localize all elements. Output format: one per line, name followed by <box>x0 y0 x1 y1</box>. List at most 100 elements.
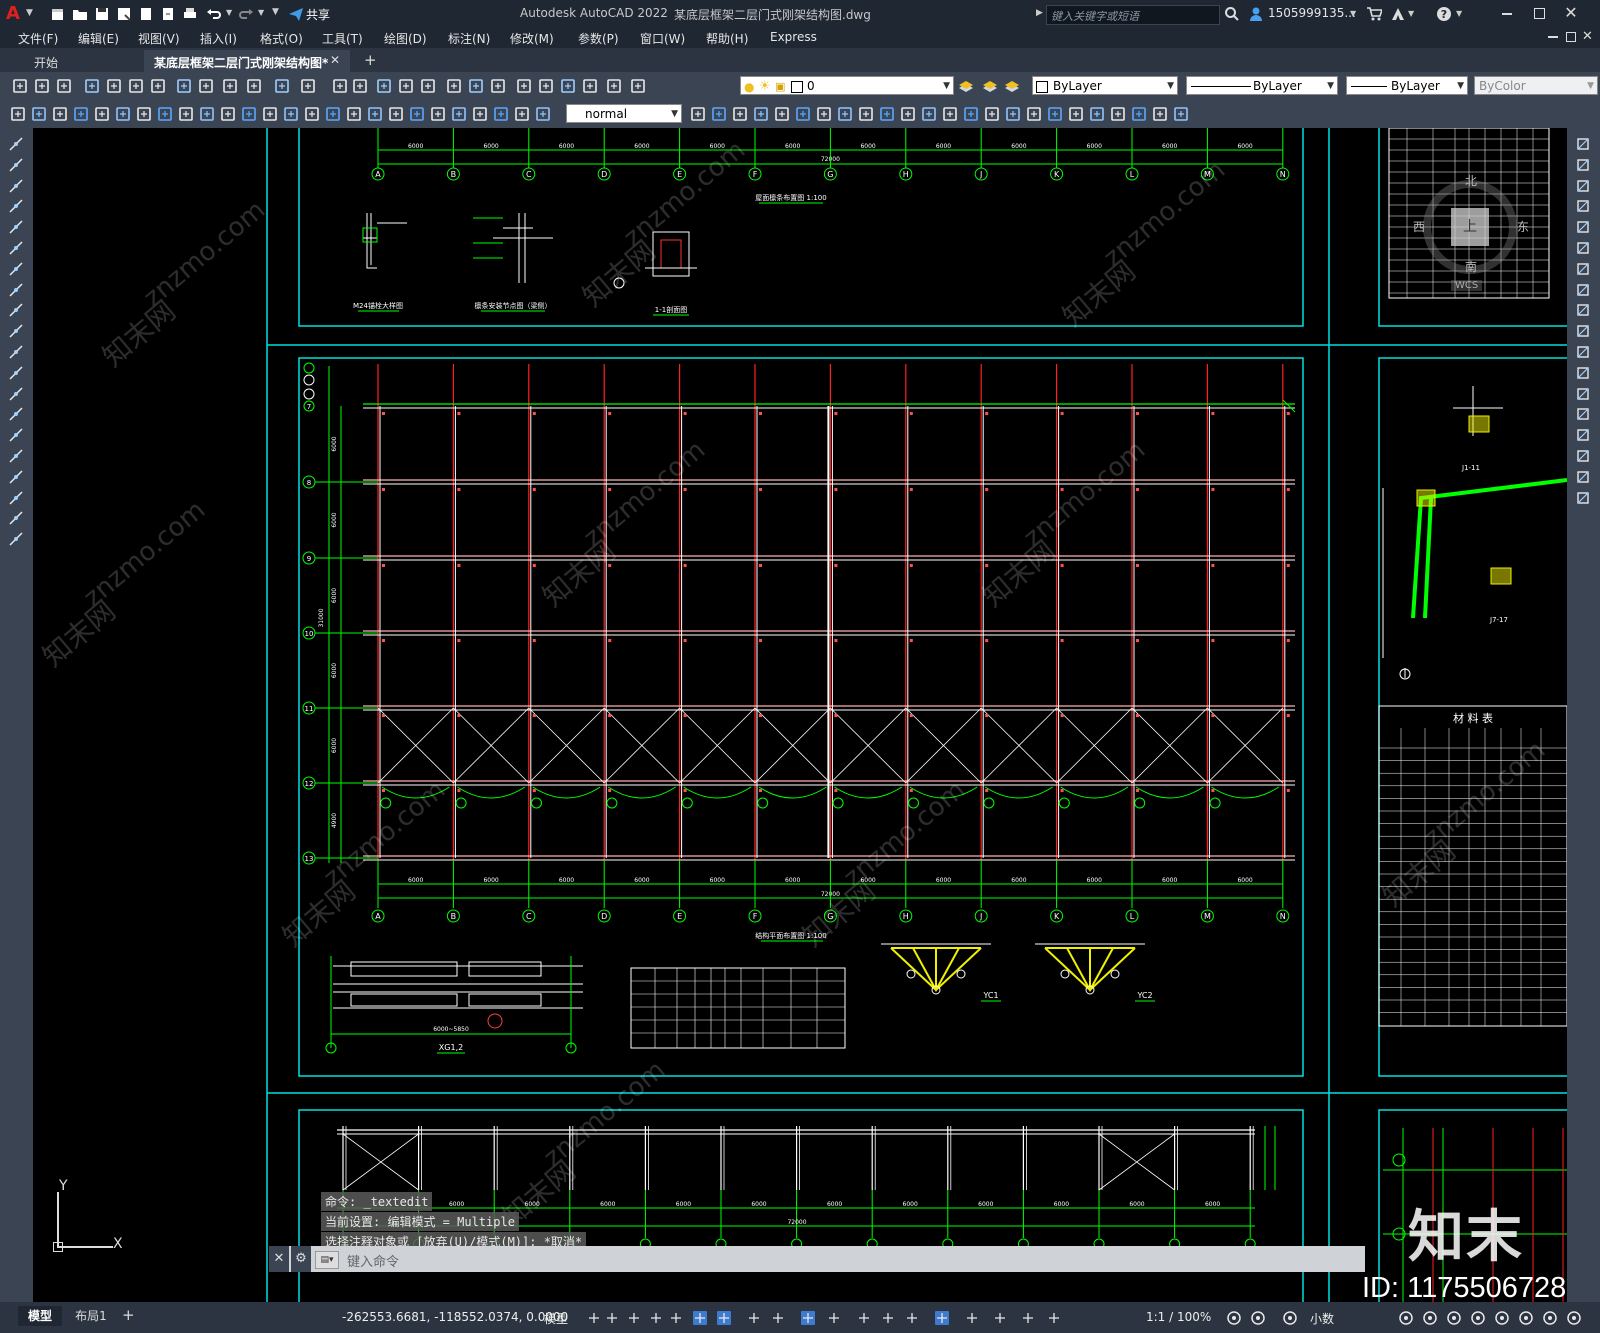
cad-drawing[interactable]: 6000 6000 6000 6000 6000 6000 6000 6000 6000 6000… <box>33 128 1567 1302</box>
copy-icon[interactable] <box>198 78 214 94</box>
user-dropdown-icon[interactable]: ▼ <box>1350 9 1356 18</box>
join-icon[interactable] <box>1575 406 1591 422</box>
dim-diameter-icon[interactable] <box>837 106 853 122</box>
dim-break-icon[interactable] <box>963 106 979 122</box>
tolerance-icon[interactable] <box>984 106 1000 122</box>
3d-osnap-icon[interactable] <box>904 1310 920 1326</box>
object-snap-icon[interactable] <box>800 1310 816 1326</box>
gizmo-icon[interactable] <box>992 1310 1008 1326</box>
clean-screen-icon[interactable] <box>1470 1310 1486 1326</box>
customize-qat-icon[interactable]: ▼ <box>272 7 279 17</box>
menu-item[interactable]: 标注(N) <box>448 30 490 47</box>
open-from-web-icon[interactable] <box>138 6 154 22</box>
viewcube-north[interactable]: 北 <box>1465 172 1477 189</box>
3d-box-icon[interactable] <box>430 106 446 122</box>
copy-object-icon[interactable] <box>1575 157 1591 173</box>
design-center-icon[interactable] <box>468 78 484 94</box>
match-prop-icon[interactable] <box>246 78 262 94</box>
selection-filter-icon[interactable] <box>964 1310 980 1326</box>
dim-update-icon[interactable] <box>409 106 425 122</box>
mtext-icon[interactable] <box>8 510 24 526</box>
tab-drawing[interactable]: 某底层框架二层门式刚架结构图* ✕ <box>144 50 350 72</box>
menu-item[interactable]: 参数(P) <box>578 30 619 47</box>
annotation-scale[interactable]: 1:1 / 100% <box>1146 1310 1211 1324</box>
extrude-icon[interactable] <box>493 106 509 122</box>
hatch-icon[interactable] <box>8 427 24 443</box>
block-editor-icon[interactable] <box>274 78 290 94</box>
layer-combo[interactable]: ● ☀ ▣ 0 ▼ <box>740 76 954 95</box>
model-space-button[interactable]: 模型 <box>544 1310 568 1327</box>
array-icon[interactable] <box>1575 219 1591 235</box>
dim-arc-icon[interactable] <box>52 106 68 122</box>
menu-item[interactable]: Express <box>770 30 817 44</box>
tab-close-icon[interactable]: ✕ <box>330 53 340 67</box>
ellipse-arc-icon[interactable] <box>8 344 24 360</box>
table-icon[interactable] <box>8 490 24 506</box>
stretch-icon[interactable] <box>1575 302 1591 318</box>
dynamic-input-icon[interactable] <box>668 1310 684 1326</box>
dim-text-edit-icon[interactable] <box>1089 106 1105 122</box>
3d-cylinder-icon[interactable] <box>1173 106 1189 122</box>
dim-edit-icon[interactable] <box>1068 106 1084 122</box>
snap-dropdown-icon[interactable] <box>626 1310 642 1326</box>
dim-baseline-icon[interactable] <box>199 106 215 122</box>
doc-restore-button[interactable] <box>1566 32 1576 42</box>
dim-aligned-icon[interactable] <box>31 106 47 122</box>
viewcube-south[interactable]: 南 <box>1465 258 1477 275</box>
dim-update-icon[interactable] <box>1110 106 1126 122</box>
inspect-icon[interactable] <box>325 106 341 122</box>
dim-continue-icon[interactable] <box>921 106 937 122</box>
zoom-previous-icon[interactable] <box>420 78 436 94</box>
undo-icon[interactable] <box>206 6 222 22</box>
infer-constraints-icon[interactable] <box>648 1310 664 1326</box>
dim-angular-icon[interactable] <box>858 106 874 122</box>
viewcube-west[interactable]: 西 <box>1413 218 1425 235</box>
dim-radius-icon[interactable] <box>795 106 811 122</box>
rectangle-icon[interactable] <box>8 219 24 235</box>
polygon-icon[interactable] <box>8 198 24 214</box>
zoom-realtime-icon[interactable] <box>376 78 392 94</box>
dim-jogged-icon[interactable] <box>115 106 131 122</box>
dim-arc-icon[interactable] <box>753 106 769 122</box>
dim-radius-icon[interactable] <box>94 106 110 122</box>
explode-icon[interactable] <box>1575 490 1591 506</box>
subtract-icon[interactable] <box>690 106 706 122</box>
3d-print-icon[interactable] <box>150 78 166 94</box>
markup-icon[interactable] <box>538 78 554 94</box>
plot-icon[interactable] <box>182 6 198 22</box>
isolate-objects-icon[interactable] <box>1282 1310 1298 1326</box>
quickcalc-icon[interactable] <box>560 78 576 94</box>
linetype-dropdown-icon[interactable]: ▼ <box>1327 77 1334 96</box>
autoscale-icon[interactable] <box>1046 1310 1062 1326</box>
fillet-icon[interactable] <box>1575 448 1591 464</box>
lineweight-icon[interactable] <box>826 1310 842 1326</box>
units-button[interactable]: 小数 <box>1310 1310 1334 1327</box>
open-file-icon[interactable] <box>72 6 88 22</box>
search-expand-icon[interactable]: ▶ <box>1036 8 1043 18</box>
save-to-web-icon[interactable] <box>160 6 176 22</box>
dim-diameter-icon[interactable] <box>136 106 152 122</box>
doc-minimize-button[interactable] <box>1548 36 1558 38</box>
new-icon[interactable] <box>12 78 28 94</box>
save-as-icon[interactable] <box>116 6 132 22</box>
dynamic-ucs-icon[interactable] <box>934 1310 950 1326</box>
spline-icon[interactable] <box>8 302 24 318</box>
plotstyle-dropdown-icon[interactable]: ▼ <box>1587 77 1594 96</box>
dim-angular-icon[interactable] <box>157 106 173 122</box>
share-button[interactable]: 共享 <box>306 6 330 23</box>
quick-properties-icon[interactable] <box>1398 1310 1414 1326</box>
dim-break-icon[interactable] <box>262 106 278 122</box>
menu-item[interactable]: 插入(I) <box>200 30 237 47</box>
add-tab-button[interactable]: + <box>364 51 377 69</box>
menu-item[interactable]: 绘图(D) <box>384 30 427 47</box>
menu-item[interactable]: 文件(F) <box>18 30 58 47</box>
point-icon[interactable] <box>8 406 24 422</box>
transparency-icon[interactable] <box>856 1310 872 1326</box>
chamfer-icon[interactable] <box>1575 427 1591 443</box>
dim-space-icon[interactable] <box>241 106 257 122</box>
sheet-set-icon[interactable] <box>516 78 532 94</box>
annotation-visibility-icon[interactable] <box>1020 1310 1036 1326</box>
3d-sphere-icon[interactable] <box>451 106 467 122</box>
tool-palette-icon[interactable] <box>490 78 506 94</box>
isodraft-icon[interactable] <box>746 1310 762 1326</box>
